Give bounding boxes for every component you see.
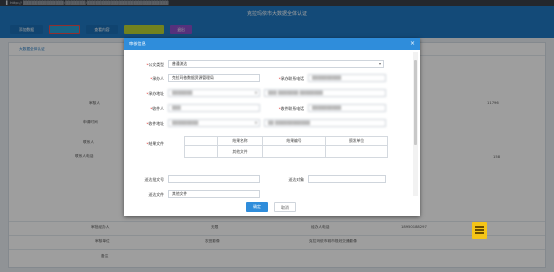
scrollbar-thumb[interactable]: [414, 60, 417, 145]
cancel-button[interactable]: 取消: [274, 202, 296, 212]
field-label: *承办人: [150, 76, 164, 81]
field-label: 送达对象: [288, 177, 304, 182]
receiver-input[interactable]: ▒▒▒: [168, 104, 260, 112]
send-file-input[interactable]: 其他文件: [168, 190, 260, 198]
field-label: *承办联系电话: [278, 76, 304, 81]
table-header: 结果编号: [262, 136, 326, 146]
close-icon[interactable]: ×: [410, 38, 415, 50]
field-label: *承办地址: [146, 91, 164, 96]
result-table: 结果名称 结果编号 颁发单位 其他文件: [184, 136, 388, 158]
receiver-address-select[interactable]: ▒▒▒▒▒▒▒▒▒: [168, 119, 260, 127]
field-label: *公文类型: [146, 62, 164, 67]
dialog-scrollbar[interactable]: [413, 52, 418, 196]
field-label: *收件地址: [146, 121, 164, 126]
field-label: *收件人: [150, 106, 164, 111]
dialog-header: 审核信息 ×: [124, 38, 420, 50]
table-header: 颁发单位: [325, 136, 388, 146]
audit-dialog: 审核信息 × *公文类型 普通流达 *承办人 克拉玛依数据资源管理局 *承办联系…: [124, 38, 420, 216]
field-label: 送达批文号: [144, 177, 164, 182]
dialog-body: *公文类型 普通流达 *承办人 克拉玛依数据资源管理局 *承办联系电话 ▒▒▒▒…: [124, 50, 412, 198]
send-doc-number-input[interactable]: [168, 175, 260, 183]
table-header: 结果名称: [217, 136, 263, 146]
document-list-icon[interactable]: [472, 222, 487, 239]
doc-type-select[interactable]: 普通流达: [168, 60, 384, 68]
receiver-address-detail-input[interactable]: ▒▒ ▒▒▒▒▒▒▒▒▒▒▒▒: [264, 119, 386, 127]
send-target-input[interactable]: [308, 175, 386, 183]
ok-button[interactable]: 确定: [246, 202, 268, 212]
handler-phone-input[interactable]: ▒▒▒▒▒▒▒▒▒▒: [308, 74, 386, 82]
table-cell: [325, 145, 388, 158]
handler-input[interactable]: 克拉玛依数据资源管理局: [168, 74, 260, 82]
receiver-phone-input[interactable]: ▒▒▒▒▒▒▒▒▒▒: [308, 104, 386, 112]
field-label: *结果文件: [146, 141, 164, 146]
field-label: 送达文件: [148, 192, 164, 197]
handler-address-detail-input[interactable]: ▒▒▒ ▒▒▒▒▒▒▒ ▒▒▒▒▒▒▒▒: [264, 89, 386, 97]
table-cell: [262, 145, 326, 158]
handler-address-select[interactable]: ▒▒▒▒▒▒▒: [168, 89, 260, 97]
dialog-title: 审核信息: [129, 41, 146, 46]
dialog-footer: 确定 取消: [124, 200, 420, 216]
field-label: *收件联系电话: [278, 106, 304, 111]
table-row[interactable]: 其他文件: [184, 145, 388, 158]
table-cell: 其他文件: [217, 145, 263, 158]
